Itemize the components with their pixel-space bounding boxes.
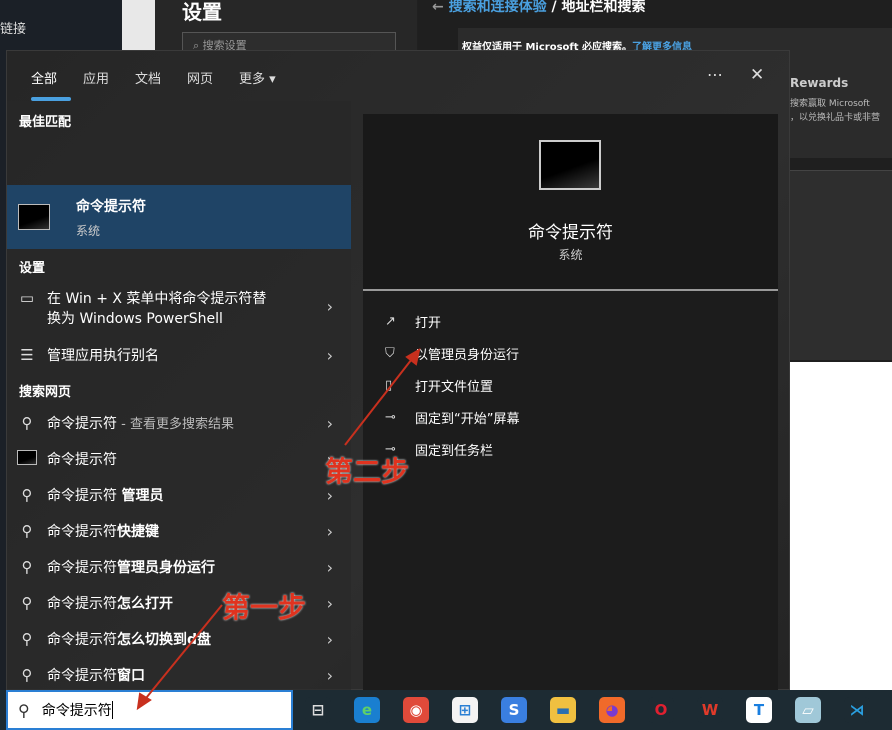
arrow-step1 bbox=[141, 604, 223, 704]
annotation-arrows bbox=[136, 347, 421, 711]
annotation-step2: 第二步 bbox=[325, 455, 410, 488]
annotation-step1: 第一步 bbox=[222, 591, 307, 624]
arrow-step2 bbox=[344, 354, 416, 446]
